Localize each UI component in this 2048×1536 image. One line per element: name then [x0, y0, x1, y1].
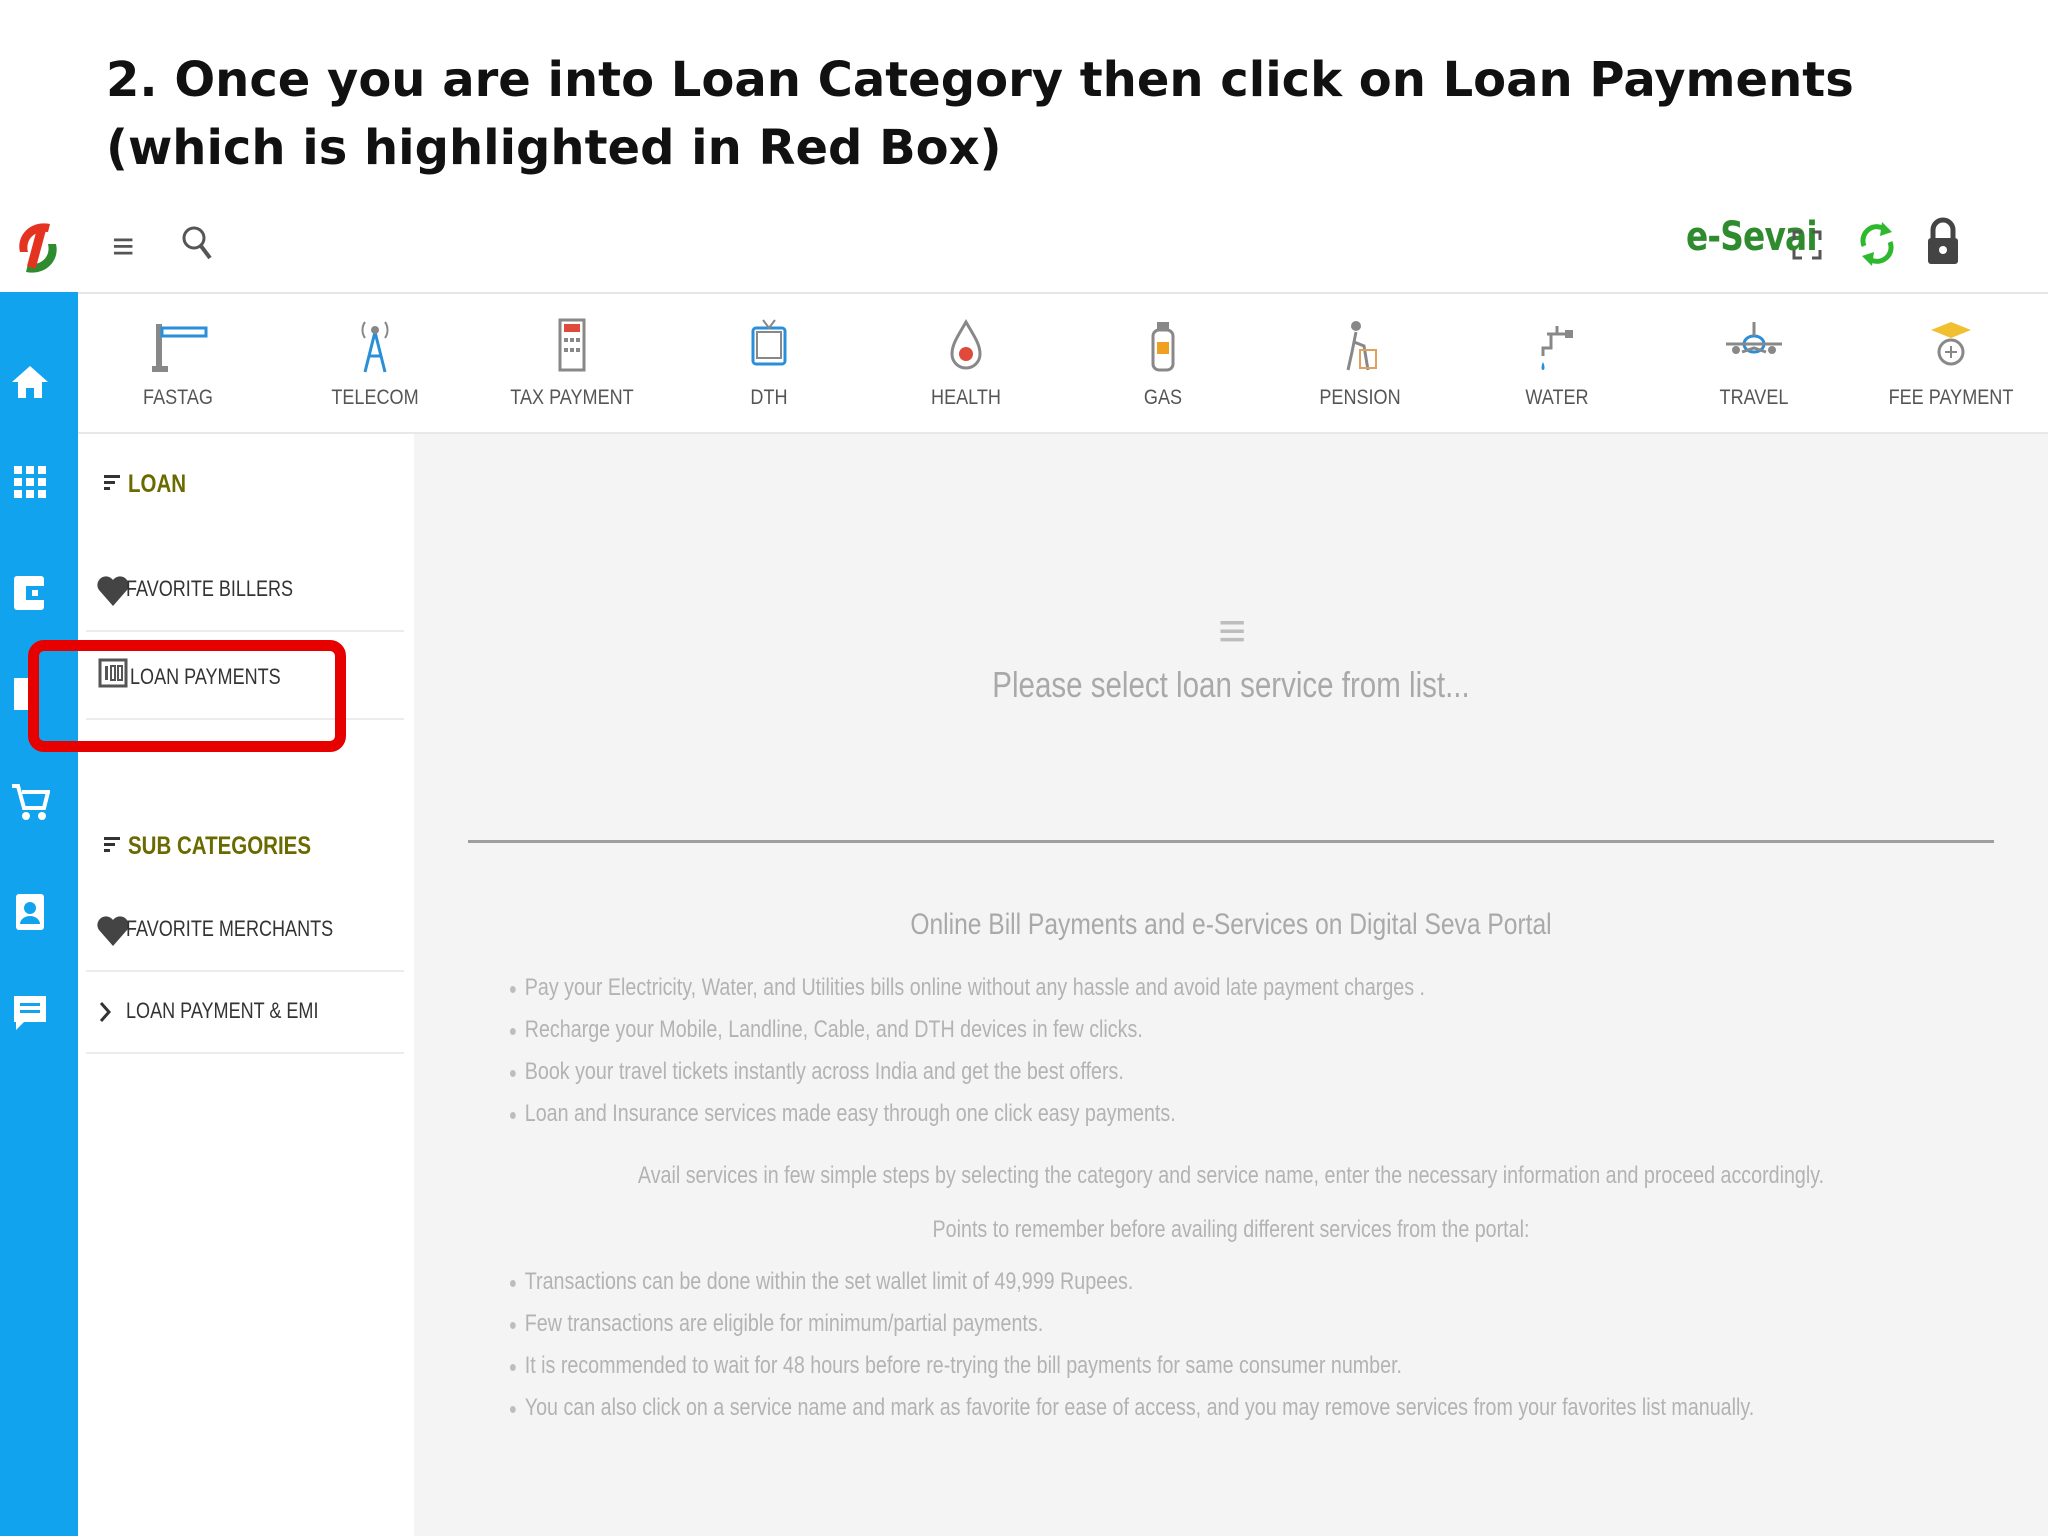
category-label: PENSION — [1319, 386, 1401, 409]
category-travel[interactable]: TRAVEL — [1674, 294, 1834, 432]
search-icon[interactable] — [180, 222, 216, 266]
favorite-merchants-item[interactable]: FAVORITE MERCHANTS — [86, 892, 404, 972]
slide-title: 2. Once you are into Loan Category then … — [106, 52, 1854, 176]
toll-gate-icon — [152, 324, 208, 372]
favorite-billers-item[interactable]: FAVORITE BILLERS — [86, 552, 404, 632]
loan-heading: LOAN — [128, 470, 187, 498]
features-list: Pay your Electricity, Water, and Utiliti… — [510, 974, 1626, 1142]
app-window: ≡ e-Sevai FASTAG TELECOM TAX PAYMENT DTH… — [0, 204, 2048, 1536]
category-gas[interactable]: GAS — [1083, 294, 1243, 432]
favorite-billers-label: FAVORITE BILLERS — [126, 576, 294, 601]
filter-lines-icon — [104, 837, 120, 852]
category-bar: FASTAG TELECOM TAX PAYMENT DTH HEALTH GA… — [78, 294, 2048, 434]
category-label: HEALTH — [931, 386, 1001, 409]
refresh-icon[interactable] — [1856, 220, 1898, 268]
avail-services-text: Avail services in few simple steps by se… — [637, 1162, 1825, 1189]
list-item: You can also click on a service name and… — [510, 1394, 1754, 1436]
list-item: Book your travel tickets instantly acros… — [510, 1058, 1425, 1100]
category-label: TAX PAYMENT — [510, 386, 634, 409]
loan-payment-emi-label: LOAN PAYMENT & EMI — [126, 998, 319, 1023]
fullscreen-icon[interactable] — [1790, 228, 1824, 262]
graduation-icon — [1931, 322, 1971, 366]
category-label: TRAVEL — [1719, 386, 1789, 409]
apps-grid-icon[interactable] — [10, 462, 50, 502]
points-heading: Points to remember before availing diffe… — [932, 1216, 1530, 1243]
top-bar: ≡ e-Sevai — [0, 204, 2048, 294]
category-health[interactable]: HEALTH — [886, 294, 1046, 432]
heart-icon — [97, 916, 129, 946]
list-item: It is recommended to wait for 48 hours b… — [510, 1352, 1754, 1394]
gas-cylinder-icon — [1151, 322, 1175, 372]
cart-icon[interactable] — [10, 782, 50, 822]
side-rail — [0, 292, 78, 1536]
antenna-tower-icon — [361, 321, 389, 373]
category-label: DTH — [750, 386, 788, 409]
list-icon: ≡ — [1218, 605, 1247, 658]
list-item: Transactions can be done within the set … — [510, 1268, 1754, 1310]
tax-calculator-icon — [558, 318, 586, 372]
wallet-icon[interactable] — [10, 572, 50, 612]
category-fee-payment[interactable]: FEE PAYMENT — [1871, 294, 2031, 432]
category-label: TELECOM — [331, 386, 419, 409]
category-telecom[interactable]: TELECOM — [295, 294, 455, 432]
list-item: Loan and Insurance services made easy th… — [510, 1100, 1425, 1142]
category-tax-payment[interactable]: TAX PAYMENT — [492, 294, 652, 432]
sub-categories-heading: SUB CATEGORIES — [128, 832, 312, 860]
heart-icon — [97, 576, 129, 606]
loan-side-panel: LOAN FAVORITE BILLERS LOAN PAYMENTS SUB … — [78, 434, 414, 1536]
app-logo — [19, 223, 57, 273]
lock-icon[interactable] — [1924, 216, 1962, 268]
category-water[interactable]: WATER — [1477, 294, 1637, 432]
hamburger-menu-icon[interactable]: ≡ — [112, 226, 134, 269]
category-label: WATER — [1525, 386, 1589, 409]
airplane-icon — [1726, 322, 1782, 354]
favorite-merchants-label: FAVORITE MERCHANTS — [126, 916, 334, 941]
list-item: Recharge your Mobile, Landline, Cable, a… — [510, 1016, 1425, 1058]
category-label: FEE PAYMENT — [1888, 386, 2014, 409]
points-list: Transactions can be done within the set … — [510, 1268, 2027, 1436]
empty-state-message: Please select loan service from list... — [992, 664, 1470, 705]
category-label: FASTAG — [143, 386, 213, 409]
category-label: GAS — [1143, 386, 1183, 409]
message-icon[interactable] — [10, 992, 50, 1032]
divider — [468, 840, 1994, 843]
loan-payment-emi-item[interactable]: LOAN PAYMENT & EMI — [86, 974, 404, 1054]
elderly-person-icon — [1346, 321, 1377, 371]
chevron-right-icon — [99, 1002, 112, 1022]
category-fastag[interactable]: FASTAG — [98, 294, 258, 432]
highlight-red-box — [28, 640, 346, 752]
category-dth[interactable]: DTH — [689, 294, 849, 432]
list-item: Few transactions are eligible for minimu… — [510, 1310, 1754, 1352]
category-pension[interactable]: PENSION — [1280, 294, 1440, 432]
tv-icon — [751, 319, 787, 366]
contact-card-icon[interactable] — [10, 892, 50, 932]
water-tap-icon — [1541, 326, 1573, 370]
home-icon[interactable] — [10, 362, 50, 402]
filter-lines-icon — [104, 475, 120, 490]
info-title: Online Bill Payments and e-Services on D… — [910, 908, 1552, 941]
main-content: ≡ Please select loan service from list..… — [414, 434, 2048, 1536]
list-item: Pay your Electricity, Water, and Utiliti… — [510, 974, 1425, 1016]
blood-drop-icon — [950, 318, 982, 370]
